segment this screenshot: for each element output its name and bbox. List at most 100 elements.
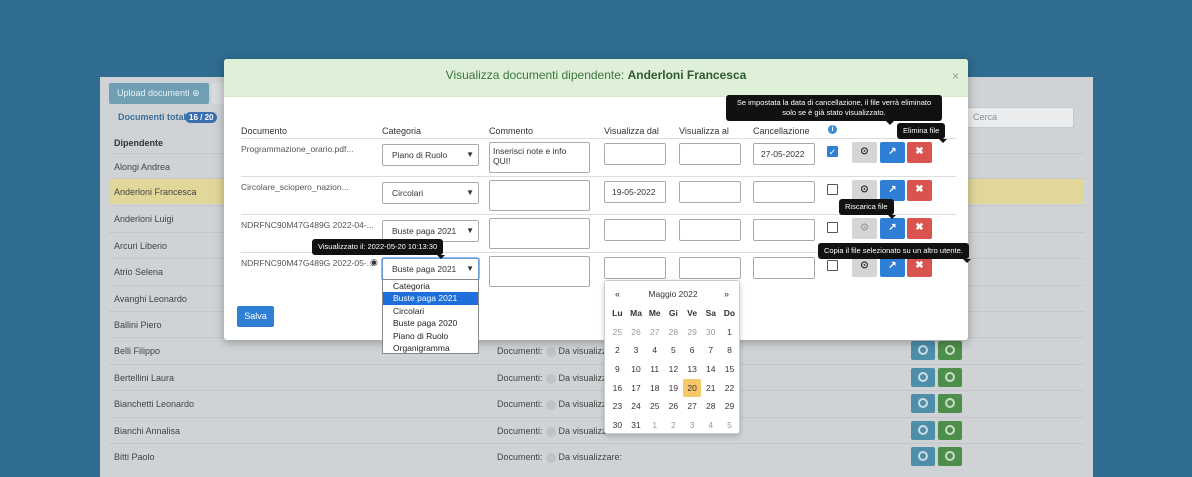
delete-checkbox[interactable] [827,222,838,233]
day-cell[interactable]: 11 [645,360,664,379]
day-cell[interactable]: 25 [645,397,664,416]
day-cell[interactable]: 3 [627,341,646,360]
delete-button[interactable]: ✖ [907,142,932,163]
day-cell[interactable]: 24 [627,397,646,416]
day-cell[interactable]: 14 [701,360,720,379]
upload-button[interactable] [911,421,935,440]
secondary-button[interactable] [212,83,224,104]
comment-textarea[interactable]: Inserisci note e info QUI! [489,142,590,173]
day-cell[interactable]: 3 [683,416,702,435]
visualizza-dal-input[interactable] [604,257,666,279]
dropdown-option[interactable]: Buste paga 2021 [383,292,478,305]
day-cell[interactable]: 21 [701,379,720,398]
day-cell[interactable]: 7 [701,341,720,360]
day-cell[interactable]: 29 [720,397,739,416]
download-button[interactable]: ⊙ [852,142,877,163]
day-cell[interactable]: 9 [608,360,627,379]
view-button[interactable] [938,421,962,440]
dropdown-option[interactable]: Circolari [383,305,478,317]
download-button[interactable]: ⊙ [852,180,877,201]
dropdown-option[interactable]: Buste paga 2020 [383,317,478,329]
day-cell[interactable]: 6 [683,341,702,360]
day-cell[interactable]: 29 [683,323,702,342]
delete-button[interactable]: ✖ [907,218,932,239]
dropdown-option[interactable]: Categoria [383,280,478,292]
cancellazione-input[interactable]: 27-05-2022 [753,143,815,165]
info-icon[interactable]: i [828,125,837,134]
view-button[interactable] [938,447,962,466]
copy-button[interactable]: ↗ [880,142,905,163]
day-cell[interactable]: 22 [720,379,739,398]
day-cell[interactable]: 1 [720,323,739,342]
day-cell[interactable]: 25 [608,323,627,342]
delete-button[interactable]: ✖ [907,256,932,277]
cancellazione-input[interactable] [753,257,815,279]
view-button[interactable] [938,394,962,413]
day-cell[interactable]: 13 [683,360,702,379]
delete-checkbox[interactable]: ✓ [827,146,838,157]
copy-button[interactable]: ↗ [880,180,905,201]
category-select[interactable]: Circolari ▼ [382,182,479,204]
employee-row[interactable]: Bertellini Laura Documenti: Da visualizz [109,364,1084,390]
day-cell[interactable]: 27 [683,397,702,416]
upload-button[interactable] [911,341,935,360]
day-cell[interactable]: 4 [701,416,720,435]
day-cell[interactable]: 26 [664,397,683,416]
visualizza-dal-input[interactable] [604,219,666,241]
comment-textarea[interactable] [489,180,590,211]
day-cell[interactable]: 26 [627,323,646,342]
visualizza-al-input[interactable] [679,219,741,241]
day-cell[interactable]: 30 [701,323,720,342]
day-cell[interactable]: 2 [664,416,683,435]
day-cell[interactable]: 15 [720,360,739,379]
day-cell[interactable]: 5 [720,416,739,435]
visualizza-dal-input[interactable] [604,143,666,165]
employee-row[interactable]: Bianchi Annalisa Documenti: Da visualizz [109,417,1084,443]
day-cell[interactable]: 10 [627,360,646,379]
day-cell[interactable]: 20 [682,378,702,398]
day-cell[interactable]: 5 [664,341,683,360]
employee-row[interactable]: Bianchetti Leonardo Documenti: Da visualiz… [109,390,1084,416]
day-cell[interactable]: 23 [608,397,627,416]
view-button[interactable] [938,368,962,387]
employee-row[interactable]: Belli Filippo Documenti: Da visualizz [109,337,1084,363]
delete-checkbox[interactable] [827,260,838,271]
day-cell[interactable]: 16 [608,379,627,398]
cancellazione-input[interactable] [753,181,815,203]
day-cell[interactable]: 17 [627,379,646,398]
delete-checkbox[interactable] [827,184,838,195]
download-button[interactable]: ⊙ [852,218,877,239]
delete-button[interactable]: ✖ [907,180,932,201]
dropdown-option[interactable]: Piano di Ruolo [383,330,478,342]
visualizza-al-input[interactable] [679,143,741,165]
close-icon[interactable]: × [952,69,959,83]
upload-documents-button[interactable]: Upload documenti ⊕ [109,83,209,104]
category-select[interactable]: Piano di Ruolo ▼ [382,144,479,166]
day-cell[interactable]: 2 [608,341,627,360]
day-cell[interactable]: 1 [645,416,664,435]
copy-button[interactable]: ↗ [880,218,905,239]
copy-button[interactable]: ↗ [880,256,905,277]
search-input[interactable]: Cerca [966,107,1074,128]
category-select[interactable]: Buste paga 2021 ▼ [382,258,479,280]
upload-button[interactable] [911,394,935,413]
dropdown-option[interactable]: Organigramma [383,342,478,354]
upload-button[interactable] [911,368,935,387]
day-cell[interactable]: 18 [645,379,664,398]
visualizza-al-input[interactable] [679,257,741,279]
day-cell[interactable]: 31 [627,416,646,435]
day-cell[interactable]: 28 [664,323,683,342]
save-button[interactable]: Salva [237,306,274,327]
day-cell[interactable]: 4 [645,341,664,360]
upload-button[interactable] [911,447,935,466]
day-cell[interactable]: 8 [720,341,739,360]
datepicker-next[interactable]: » [724,289,729,299]
visualizza-dal-input[interactable]: 19-05-2022 [604,181,666,203]
day-cell[interactable]: 27 [645,323,664,342]
day-cell[interactable]: 30 [608,416,627,435]
cancellazione-input[interactable] [753,219,815,241]
employee-row[interactable]: Bitti Paolo Documenti: Da visualizzare: [109,443,1084,469]
day-cell[interactable]: 28 [701,397,720,416]
day-cell[interactable]: 12 [664,360,683,379]
comment-textarea[interactable] [489,256,590,287]
